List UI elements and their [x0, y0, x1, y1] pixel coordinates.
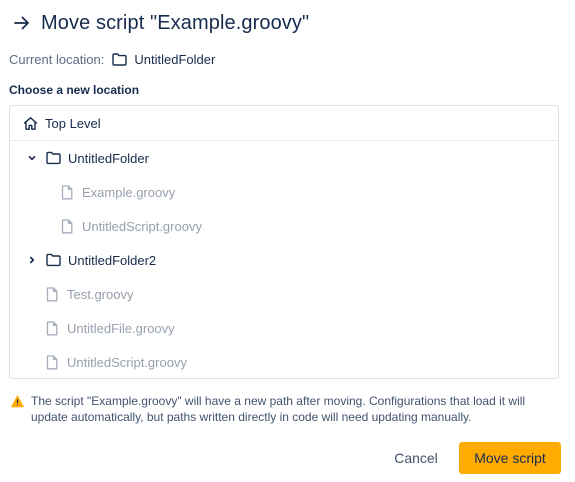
- warning-text: The script "Example.groovy" will have a …: [31, 394, 526, 424]
- tree-item-label: UntitledScript.groovy: [67, 354, 187, 370]
- chevron-down-icon[interactable]: [27, 153, 37, 163]
- current-location-label: Current location:: [9, 51, 105, 67]
- file-icon: [61, 218, 73, 234]
- tree-file-untitledscript-groovy: UntitledScript.groovy: [10, 209, 558, 243]
- file-icon: [46, 286, 58, 302]
- current-location: Current location: UntitledFolder: [9, 50, 215, 68]
- tree-file-example-groovy: Example.groovy: [10, 175, 558, 209]
- tree-file-untitledfile-groovy: UntitledFile.groovy: [10, 311, 558, 345]
- dialog-title: Move script "Example.groovy": [41, 11, 310, 34]
- tree-item-label: UntitledFolder2: [68, 252, 157, 268]
- chevron-right-icon[interactable]: [27, 255, 37, 265]
- tree-item-label: UntitledFolder: [68, 150, 149, 166]
- move-script-button[interactable]: Move script: [459, 442, 561, 474]
- file-icon: [61, 184, 73, 200]
- tree-item-label: UntitledFile.groovy: [67, 320, 175, 336]
- arrow-right-icon: [13, 14, 31, 32]
- choose-location-heading: Choose a new location: [9, 83, 140, 97]
- warning-message: The script "Example.groovy" will have a …: [11, 393, 563, 425]
- home-icon: [23, 116, 38, 131]
- folder-icon: [46, 151, 61, 166]
- tree-item-label: UntitledScript.groovy: [82, 218, 202, 234]
- tree-item-label: Example.groovy: [82, 184, 176, 200]
- folder-icon: [112, 52, 128, 66]
- dialog-header: Move script "Example.groovy": [13, 9, 309, 37]
- file-icon: [46, 354, 58, 370]
- tree-folder-untitledfolder2[interactable]: UntitledFolder2: [10, 243, 558, 277]
- tree-item-label: Test.groovy: [67, 286, 134, 302]
- current-location-value: UntitledFolder: [134, 51, 216, 67]
- tree-file-test-groovy: Test.groovy: [10, 277, 558, 311]
- folder-icon: [46, 253, 61, 268]
- file-icon: [46, 320, 58, 336]
- tree-file-untitledscript-groovy-root: UntitledScript.groovy: [10, 345, 558, 378]
- tree-folder-untitledfolder[interactable]: UntitledFolder: [10, 141, 558, 175]
- tree-root-label: Top Level: [45, 115, 101, 131]
- cancel-button[interactable]: Cancel: [380, 442, 452, 474]
- tree-root-top-level[interactable]: Top Level: [10, 106, 558, 141]
- warning-icon: [11, 395, 24, 408]
- location-tree: Top Level UntitledFolder Example.groovy …: [9, 105, 559, 379]
